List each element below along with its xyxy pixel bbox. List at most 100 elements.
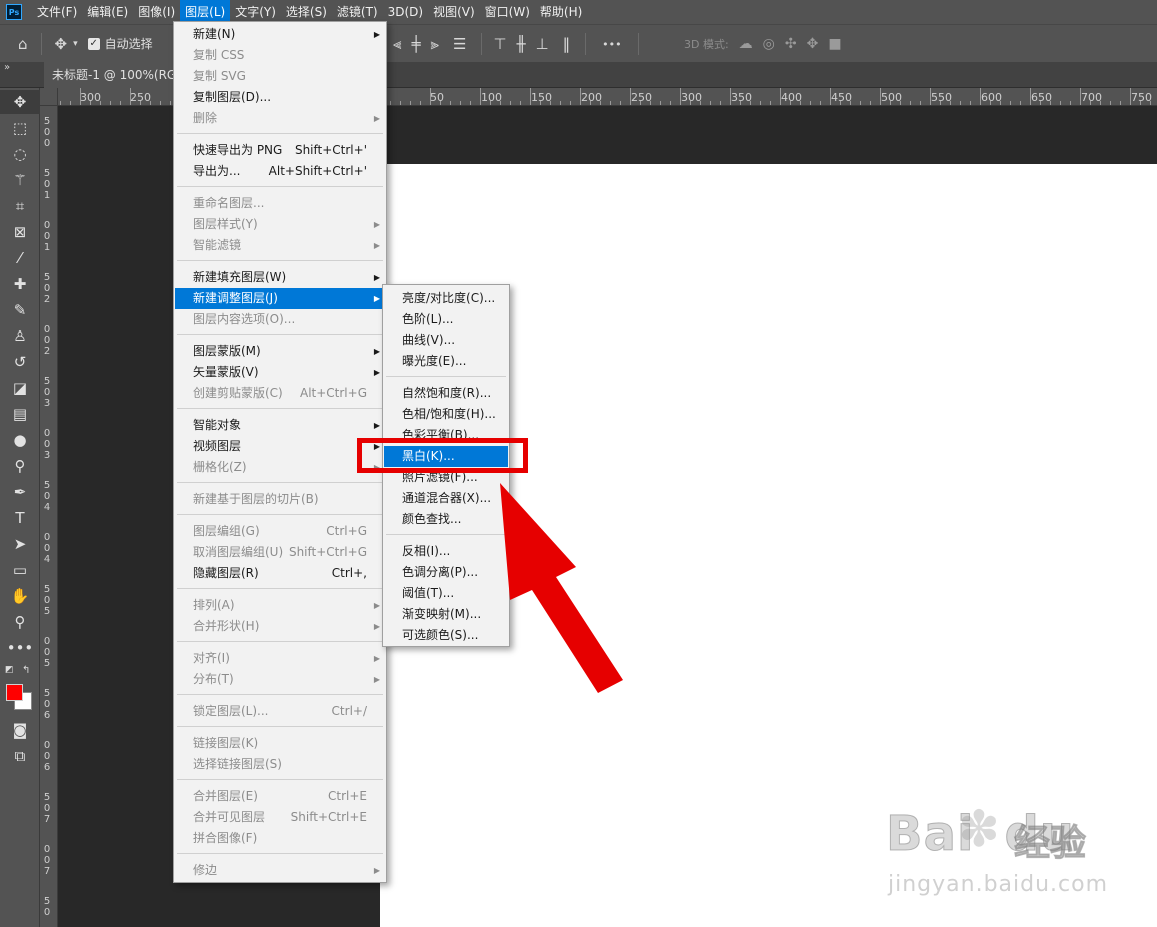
align-left-icon[interactable]: ⫷ [393, 35, 401, 53]
more-tools-icon[interactable]: ••• [0, 636, 40, 660]
align-top-icon[interactable]: ⊤ [493, 35, 506, 53]
layer-menu-item[interactable]: 创建剪贴蒙版(C) Alt+Ctrl+G [175, 383, 385, 404]
layer-menu-item[interactable]: 图层蒙版(M) ▶ [175, 341, 385, 362]
healing-brush-tool-icon[interactable]: ✚ [0, 272, 40, 296]
layer-menu-item[interactable]: 选择链接图层(S) [175, 754, 385, 775]
history-brush-tool-icon[interactable]: ↺ [0, 350, 40, 374]
vertical-ruler[interactable]: 5005010015020025030035040045050055060065… [40, 106, 58, 927]
auto-select-checkbox[interactable]: ✓ 自动选择 [87, 35, 153, 52]
eyedropper-tool-icon[interactable]: ⁄ [0, 246, 40, 270]
adjustment-menu-item[interactable]: 曝光度(E)... [384, 351, 508, 372]
menu-item-shortcut: Shift+Ctrl+G [288, 545, 367, 559]
foreground-color-swatch[interactable] [6, 684, 23, 701]
adjustment-menu-item[interactable]: 亮度/对比度(C)... [384, 288, 508, 309]
ruler-mark [1010, 101, 1011, 105]
distribute-vertical-icon[interactable]: ‖ [563, 35, 571, 53]
adjustment-menu-item[interactable]: 色相/饱和度(H)... [384, 404, 508, 425]
align-middle-icon[interactable]: ╫ [517, 35, 526, 53]
scale-3d-icon[interactable]: ■ [828, 36, 841, 52]
layer-menu-item[interactable]: 视频图层 ▶ [175, 436, 385, 457]
pen-tool-icon[interactable]: ✒ [0, 480, 40, 504]
zoom-tool-icon[interactable]: ⚲ [0, 610, 40, 634]
layer-menu-item[interactable]: 快速导出为 PNG Shift+Ctrl+' [175, 140, 385, 161]
menu-view[interactable]: 视图(V) [428, 0, 480, 24]
layer-menu-item[interactable]: 图层编组(G) Ctrl+G [175, 521, 385, 542]
blur-tool-icon[interactable]: ● [0, 428, 40, 452]
gradient-tool-icon[interactable]: ▤ [0, 402, 40, 426]
home-icon[interactable]: ⌂ [18, 35, 28, 53]
layer-menu-item[interactable]: 分布(T) ▶ [175, 669, 385, 690]
roll-3d-icon[interactable]: ◎ [763, 36, 775, 52]
menu-3d[interactable]: 3D(D) [383, 0, 428, 24]
layer-menu-item[interactable]: 链接图层(K) [175, 733, 385, 754]
default-colors-icon[interactable]: ◩ [5, 665, 14, 675]
align-right-icon[interactable]: ⫸ [431, 35, 439, 53]
checkbox-checked-icon[interactable]: ✓ [87, 37, 100, 50]
ruler-tick-label: 2 [43, 346, 51, 357]
menu-window[interactable]: 窗口(W) [480, 0, 535, 24]
layer-menu-item[interactable]: 智能滤镜 ▶ [175, 235, 385, 256]
layer-menu-item[interactable]: 图层样式(Y) ▶ [175, 214, 385, 235]
crop-tool-icon[interactable]: ⌗ [0, 194, 40, 218]
dodge-tool-icon[interactable]: ⚲ [0, 454, 40, 478]
layer-menu-item[interactable]: 修边 ▶ [175, 860, 385, 881]
layer-menu-item[interactable]: 合并可见图层 Shift+Ctrl+E [175, 807, 385, 828]
frame-tool-icon[interactable]: ⊠ [0, 220, 40, 244]
align-center-icon[interactable]: ╪ [411, 35, 420, 53]
layer-menu-item[interactable]: 合并形状(H) ▶ [175, 616, 385, 637]
distribute-icon[interactable]: ☰ [453, 35, 466, 53]
layer-menu-item[interactable]: 新建(N) ▶ [175, 24, 385, 45]
layer-menu-item[interactable]: 新建填充图层(W) ▶ [175, 267, 385, 288]
menu-file[interactable]: 文件(F) [32, 0, 82, 24]
layer-menu-item[interactable]: 合并图层(E) Ctrl+E [175, 786, 385, 807]
rectangle-tool-icon[interactable]: ▭ [0, 558, 40, 582]
collapse-panel-icon[interactable]: » [4, 62, 10, 73]
document-tab[interactable]: 未标题-1 @ 100%(RGB/ [44, 62, 179, 88]
chevron-down-icon[interactable]: ▾ [73, 39, 78, 49]
layer-menu-item[interactable]: 矢量蒙版(V) ▶ [175, 362, 385, 383]
ruler-origin[interactable] [40, 88, 58, 106]
menu-help[interactable]: 帮助(H) [535, 0, 587, 24]
screen-mode-icon[interactable]: ⧉ [0, 744, 40, 768]
layer-menu-item[interactable]: 隐藏图层(R) Ctrl+, [175, 563, 385, 584]
layer-menu-item[interactable]: 锁定图层(L)... Ctrl+/ [175, 701, 385, 722]
layer-menu-item[interactable]: 复制 SVG [175, 66, 385, 87]
type-tool-icon[interactable]: T [0, 506, 40, 530]
hand-tool-icon[interactable]: ✋ [0, 584, 40, 608]
adjustment-menu-item[interactable]: 色阶(L)... [384, 309, 508, 330]
layer-menu-item[interactable]: 图层内容选项(O)... [175, 309, 385, 330]
orbit-3d-icon[interactable]: ☁ [739, 36, 753, 52]
layer-menu-item[interactable]: 复制 CSS [175, 45, 385, 66]
swap-colors-icon[interactable]: ↰ [22, 665, 30, 676]
layer-menu-item[interactable]: 栅格化(Z) ▶ [175, 457, 385, 478]
eraser-tool-icon[interactable]: ◪ [0, 376, 40, 400]
ruler-mark [80, 88, 81, 105]
layer-menu-item[interactable]: 复制图层(D)... [175, 87, 385, 108]
adjustment-menu-item[interactable]: 自然饱和度(R)... [384, 383, 508, 404]
layer-menu-item[interactable]: 智能对象 ▶ [175, 415, 385, 436]
brush-tool-icon[interactable]: ✎ [0, 298, 40, 322]
layer-menu-item[interactable]: 取消图层编组(U) Shift+Ctrl+G [175, 542, 385, 563]
adjustment-menu-item[interactable]: 曲线(V)... [384, 330, 508, 351]
layer-menu-item[interactable]: 新建基于图层的切片(B) [175, 489, 385, 510]
slide-3d-icon[interactable]: ✥ [807, 36, 819, 52]
layer-menu-item[interactable]: 新建调整图层(J) ▶ [175, 288, 385, 309]
layer-menu-item[interactable]: 对齐(I) ▶ [175, 648, 385, 669]
layer-menu-item[interactable]: 导出为... Alt+Shift+Ctrl+' [175, 161, 385, 182]
layer-menu-item[interactable]: 排列(A) ▶ [175, 595, 385, 616]
quick-mask-icon[interactable]: ◙ [0, 718, 40, 742]
path-selection-tool-icon[interactable]: ➤ [0, 532, 40, 556]
stamp-tool-icon[interactable]: ♙ [0, 324, 40, 348]
align-bottom-icon[interactable]: ⊥ [536, 35, 549, 53]
lasso-tool-icon[interactable]: ◌ [0, 142, 40, 166]
marquee-tool-icon[interactable]: ⬚ [0, 116, 40, 140]
layer-menu-item[interactable]: 重命名图层... [175, 193, 385, 214]
layer-menu-item[interactable]: 拼合图像(F) [175, 828, 385, 849]
magic-wand-tool-icon[interactable]: ⚚ [0, 168, 40, 192]
more-options-icon[interactable]: ••• [602, 38, 621, 51]
menu-edit[interactable]: 编辑(E) [82, 0, 133, 24]
layer-menu-item[interactable]: 删除 ▶ [175, 108, 385, 129]
move-tool-icon[interactable]: ✥ [0, 90, 40, 114]
move-tool-icon[interactable]: ✥ [55, 35, 68, 53]
pan-3d-icon[interactable]: ✣ [785, 36, 797, 52]
